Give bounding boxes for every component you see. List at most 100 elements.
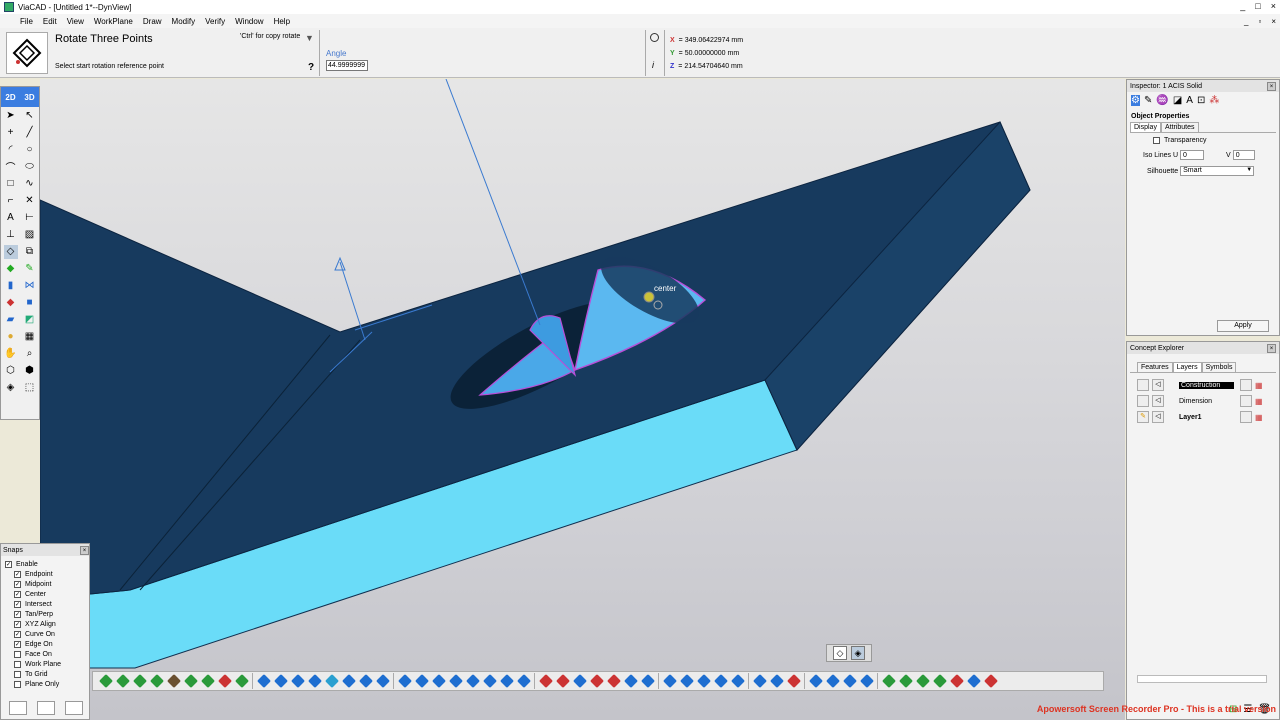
layer-row[interactable]: ◁ Construction ▦ — [1127, 377, 1279, 393]
dimension-icon[interactable]: ⊢ — [23, 211, 37, 225]
transform-icon[interactable]: ◇ — [3, 244, 18, 259]
ellipse-icon[interactable]: ⬭ — [23, 160, 37, 174]
layer-lock-icon[interactable] — [1240, 379, 1252, 391]
layer-edit-icon[interactable]: ✎ — [1137, 411, 1149, 423]
tool-button-icon[interactable] — [291, 674, 305, 688]
tool-button-icon[interactable] — [860, 674, 874, 688]
checkbox[interactable]: ✓ — [14, 620, 21, 628]
text-style-icon[interactable]: A — [1186, 95, 1193, 106]
tool-button-icon[interactable] — [398, 674, 412, 688]
menu-edit[interactable]: Edit — [43, 17, 57, 26]
point-icon[interactable]: + — [4, 126, 18, 140]
tool-button-icon[interactable] — [573, 674, 587, 688]
3d-viewport[interactable]: center — [40, 79, 1125, 720]
select-subobject-icon[interactable]: ↖ — [23, 109, 37, 123]
menu-draw[interactable]: Draw — [143, 17, 162, 26]
tool-button-icon[interactable] — [809, 674, 823, 688]
snap-option[interactable]: ✓ Intersect — [1, 599, 89, 609]
wire-icon[interactable]: ⬚ — [23, 381, 37, 395]
tool-button-icon[interactable] — [342, 674, 356, 688]
tab-layers[interactable]: Layers — [1172, 362, 1202, 372]
menu-view[interactable]: View — [67, 17, 84, 26]
tool-button-icon[interactable] — [843, 674, 857, 688]
curve-icon[interactable]: ⌒ — [4, 160, 18, 174]
tool-button-icon[interactable] — [432, 674, 446, 688]
coord-target-icon[interactable] — [650, 33, 659, 42]
checkbox[interactable]: ✓ — [14, 590, 21, 598]
trim-icon[interactable]: ✕ — [23, 194, 37, 208]
snap-option[interactable]: Work Plane — [1, 659, 89, 669]
tool-button-icon[interactable] — [731, 674, 745, 688]
circle-icon[interactable]: ○ — [23, 143, 37, 157]
cylinder-icon[interactable]: ▮ — [4, 279, 18, 293]
pen-icon[interactable]: ✎ — [1144, 95, 1152, 106]
tool-button-icon[interactable] — [556, 674, 570, 688]
tool-button-icon[interactable] — [697, 674, 711, 688]
layer-edit-icon[interactable] — [1137, 379, 1149, 391]
view-cube-icon[interactable]: ⬢ — [23, 364, 37, 378]
tool-button-icon[interactable] — [714, 674, 728, 688]
help-icon[interactable]: ? — [308, 62, 314, 73]
snap-enable[interactable]: ✓ Enable — [1, 559, 89, 569]
transparency-checkbox[interactable] — [1153, 137, 1160, 144]
tool-button-icon[interactable] — [517, 674, 531, 688]
layer-row[interactable]: ◁ Dimension ▦ — [1127, 393, 1279, 409]
tool-button-icon[interactable] — [967, 674, 981, 688]
checkbox[interactable]: ✓ — [14, 580, 21, 588]
zoom-icon[interactable]: ⌕ — [23, 347, 37, 361]
layer-color-icon[interactable]: ▦ — [1255, 397, 1263, 406]
tool-button-icon[interactable] — [218, 674, 232, 688]
apply-button[interactable]: Apply — [1217, 320, 1269, 332]
tool-button-icon[interactable] — [753, 674, 767, 688]
tool-button-icon[interactable] — [325, 674, 339, 688]
snap-option[interactable]: ✓ XYZ Align — [1, 619, 89, 629]
tool-button-icon[interactable] — [308, 674, 322, 688]
tool-button-icon[interactable] — [641, 674, 655, 688]
inspector-close-button[interactable]: × — [1267, 81, 1276, 91]
tool-button-icon[interactable] — [984, 674, 998, 688]
object-props-icon[interactable]: ⚙ — [1131, 95, 1140, 106]
line-icon[interactable]: ╱ — [23, 126, 37, 140]
snap-option[interactable]: ✓ Midpoint — [1, 579, 89, 589]
pan-hand-icon[interactable]: ✋ — [4, 347, 18, 361]
checkbox[interactable]: ✓ — [14, 600, 21, 608]
close-button[interactable]: × — [1271, 1, 1276, 11]
tool-button-icon[interactable] — [916, 674, 930, 688]
checkbox[interactable] — [14, 660, 21, 668]
menu-workplane[interactable]: WorkPlane — [94, 17, 133, 26]
tool-button-icon[interactable] — [133, 674, 147, 688]
tool-button-icon[interactable] — [483, 674, 497, 688]
tool-button-icon[interactable] — [899, 674, 913, 688]
tool-button-icon[interactable] — [376, 674, 390, 688]
iso-u-input[interactable] — [1180, 150, 1205, 160]
select-arrow-icon[interactable]: ➤ — [4, 109, 18, 123]
arc-icon[interactable]: ◜ — [4, 143, 18, 157]
checkbox[interactable] — [14, 650, 21, 658]
tool-button-icon[interactable] — [235, 674, 249, 688]
snap-option[interactable]: Face On — [1, 649, 89, 659]
rotate-view-icon[interactable]: ◇ — [833, 646, 847, 660]
menu-verify[interactable]: Verify — [205, 17, 225, 26]
tool-button-icon[interactable] — [607, 674, 621, 688]
paint-icon[interactable]: ♒ — [1156, 95, 1168, 106]
rectangle-icon[interactable]: □ — [4, 177, 18, 191]
transform-view-icon[interactable]: ◈ — [851, 646, 865, 660]
fill-icon[interactable]: ◪ — [1173, 95, 1182, 106]
copy-icon[interactable]: ⧉ — [23, 245, 37, 259]
tool-button-icon[interactable] — [466, 674, 480, 688]
layer-edit-icon[interactable] — [1137, 395, 1149, 407]
tool-button-icon[interactable] — [150, 674, 164, 688]
tool-button-icon[interactable] — [950, 674, 964, 688]
checkbox[interactable]: ✓ — [14, 610, 21, 618]
layer-lock-icon[interactable] — [1240, 411, 1252, 423]
layer-row[interactable]: ✎ ◁ Layer1 ▦ — [1127, 409, 1279, 425]
layer-visible-icon[interactable]: ◁ — [1152, 411, 1164, 423]
maximize-button[interactable]: □ — [1255, 1, 1260, 11]
spline-icon[interactable]: ∿ — [23, 177, 37, 191]
render-icon[interactable]: ◈ — [4, 381, 18, 395]
tool-button-icon[interactable] — [167, 674, 181, 688]
checkbox[interactable]: ✓ — [14, 640, 21, 648]
checkbox[interactable] — [14, 680, 21, 688]
menu-window[interactable]: Window — [235, 17, 263, 26]
tool-button-icon[interactable] — [680, 674, 694, 688]
